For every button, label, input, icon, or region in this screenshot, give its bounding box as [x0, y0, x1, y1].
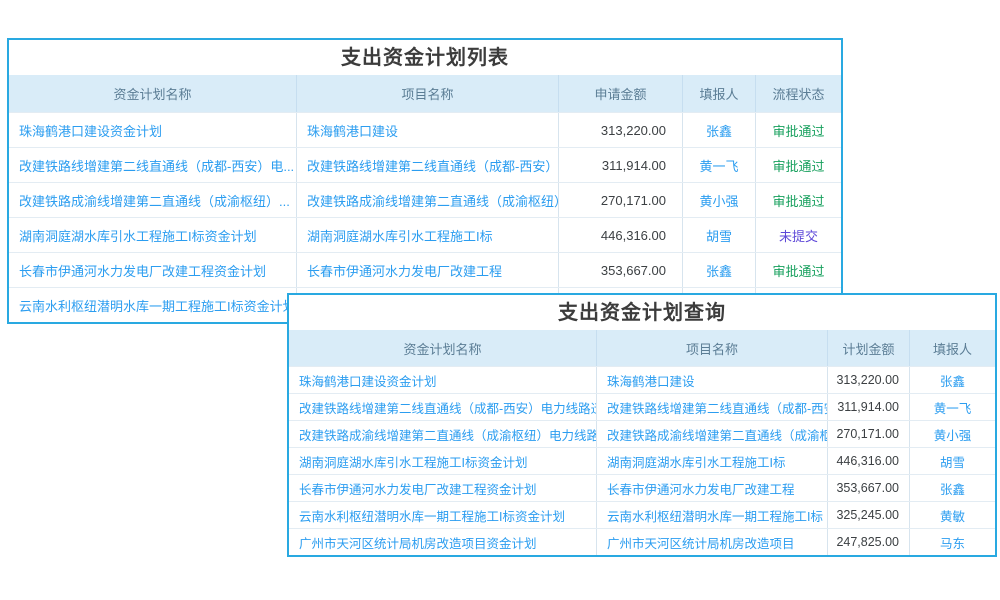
reporter-link[interactable]: 黄小强: [683, 183, 756, 217]
workflow-status: 审批通过: [756, 113, 841, 147]
plan-amount: 446,316.00: [828, 448, 910, 474]
reporter-link[interactable]: 胡雪: [910, 448, 995, 474]
plan-name-link[interactable]: 改建铁路线增建第二线直通线（成都-西安）电...: [9, 148, 297, 182]
list-window-title: 支出资金计划列表: [9, 40, 841, 75]
reporter-link[interactable]: 黄一飞: [683, 148, 756, 182]
project-name-link[interactable]: 改建铁路线增建第二线直通线（成都-西安: [597, 394, 828, 420]
list-table-body: 珠海鹤港口建设资金计划珠海鹤港口建设313,220.00张鑫审批通过改建铁路线增…: [9, 112, 841, 322]
table-row: 湖南洞庭湖水库引水工程施工I标资金计划湖南洞庭湖水库引水工程施工I标446,31…: [289, 447, 995, 474]
column-header: 项目名称: [297, 75, 559, 112]
plan-amount: 247,825.00: [828, 529, 910, 555]
request-amount: 311,914.00: [559, 148, 683, 182]
request-amount: 313,220.00: [559, 113, 683, 147]
table-row: 改建铁路成渝线增建第二直通线（成渝枢纽）电力线路迁改建铁路成渝线增建第二直通线（…: [289, 420, 995, 447]
project-name-link[interactable]: 长春市伊通河水力发电厂改建工程: [597, 475, 828, 501]
query-window-title: 支出资金计划查询: [289, 295, 995, 330]
table-row: 珠海鹤港口建设资金计划珠海鹤港口建设313,220.00张鑫审批通过: [9, 112, 841, 147]
workflow-status: 审批通过: [756, 253, 841, 287]
table-row: 湖南洞庭湖水库引水工程施工I标资金计划湖南洞庭湖水库引水工程施工I标446,31…: [9, 217, 841, 252]
request-amount: 270,171.00: [559, 183, 683, 217]
reporter-link[interactable]: 马东: [910, 529, 995, 555]
fund-plan-query-window: 支出资金计划查询 资金计划名称项目名称计划金额填报人 珠海鹤港口建设资金计划珠海…: [287, 293, 997, 557]
project-name-link[interactable]: 云南水利枢纽潜明水库一期工程施工I标: [597, 502, 828, 528]
request-amount: 446,316.00: [559, 218, 683, 252]
plan-amount: 313,220.00: [828, 367, 910, 393]
project-name-link[interactable]: 改建铁路线增建第二线直通线（成都-西安）电...: [297, 148, 559, 182]
plan-name-link[interactable]: 云南水利枢纽潜明水库一期工程施工I标资金计划: [289, 502, 597, 528]
column-header: 填报人: [910, 330, 995, 366]
plan-amount: 270,171.00: [828, 421, 910, 447]
project-name-link[interactable]: 湖南洞庭湖水库引水工程施工I标: [597, 448, 828, 474]
reporter-link[interactable]: 张鑫: [910, 475, 995, 501]
plan-name-link[interactable]: 湖南洞庭湖水库引水工程施工I标资金计划: [289, 448, 597, 474]
request-amount: 353,667.00: [559, 253, 683, 287]
plan-name-link[interactable]: 长春市伊通河水力发电厂改建工程资金计划: [9, 253, 297, 287]
project-name-link[interactable]: 珠海鹤港口建设: [297, 113, 559, 147]
plan-name-link[interactable]: 广州市天河区统计局机房改造项目资金计划: [289, 529, 597, 555]
column-header: 资金计划名称: [289, 330, 597, 366]
plan-amount: 325,245.00: [828, 502, 910, 528]
workflow-status: 审批通过: [756, 183, 841, 217]
project-name-link[interactable]: 珠海鹤港口建设: [597, 367, 828, 393]
column-header: 填报人: [683, 75, 756, 112]
plan-name-link[interactable]: 改建铁路成渝线增建第二直通线（成渝枢纽）电力线路迁: [289, 421, 597, 447]
query-table-body: 珠海鹤港口建设资金计划珠海鹤港口建设313,220.00张鑫改建铁路线增建第二线…: [289, 366, 995, 555]
column-header: 流程状态: [756, 75, 841, 112]
table-row: 改建铁路成渝线增建第二直通线（成渝枢纽）...改建铁路成渝线增建第二直通线（成渝…: [9, 182, 841, 217]
project-name-link[interactable]: 改建铁路成渝线增建第二直通线（成渝枢纽）...: [297, 183, 559, 217]
fund-plan-list-window: 支出资金计划列表 资金计划名称项目名称申请金额填报人流程状态 珠海鹤港口建设资金…: [7, 38, 843, 324]
table-row: 珠海鹤港口建设资金计划珠海鹤港口建设313,220.00张鑫: [289, 366, 995, 393]
project-name-link[interactable]: 广州市天河区统计局机房改造项目: [597, 529, 828, 555]
project-name-link[interactable]: 改建铁路成渝线增建第二直通线（成渝枢: [597, 421, 828, 447]
column-header: 项目名称: [597, 330, 828, 366]
reporter-link[interactable]: 胡雪: [683, 218, 756, 252]
workflow-status: 审批通过: [756, 148, 841, 182]
table-row: 长春市伊通河水力发电厂改建工程资金计划长春市伊通河水力发电厂改建工程353,66…: [9, 252, 841, 287]
plan-name-link[interactable]: 湖南洞庭湖水库引水工程施工I标资金计划: [9, 218, 297, 252]
table-row: 改建铁路线增建第二线直通线（成都-西安）电力线路迁改建铁路线增建第二线直通线（成…: [289, 393, 995, 420]
table-row: 广州市天河区统计局机房改造项目资金计划广州市天河区统计局机房改造项目247,82…: [289, 528, 995, 555]
workflow-status: 未提交: [756, 218, 841, 252]
table-row: 云南水利枢纽潜明水库一期工程施工I标资金计划云南水利枢纽潜明水库一期工程施工I标…: [289, 501, 995, 528]
plan-name-link[interactable]: 改建铁路成渝线增建第二直通线（成渝枢纽）...: [9, 183, 297, 217]
column-header: 申请金额: [559, 75, 683, 112]
reporter-link[interactable]: 黄敏: [910, 502, 995, 528]
list-table-header: 资金计划名称项目名称申请金额填报人流程状态: [9, 75, 841, 112]
reporter-link[interactable]: 张鑫: [683, 113, 756, 147]
project-name-link[interactable]: 长春市伊通河水力发电厂改建工程: [297, 253, 559, 287]
reporter-link[interactable]: 张鑫: [910, 367, 995, 393]
plan-name-link[interactable]: 长春市伊通河水力发电厂改建工程资金计划: [289, 475, 597, 501]
plan-amount: 311,914.00: [828, 394, 910, 420]
plan-amount: 353,667.00: [828, 475, 910, 501]
plan-name-link[interactable]: 云南水利枢纽潜明水库一期工程施工I标资金计划: [9, 288, 297, 322]
project-name-link[interactable]: 湖南洞庭湖水库引水工程施工I标: [297, 218, 559, 252]
table-row: 改建铁路线增建第二线直通线（成都-西安）电...改建铁路线增建第二线直通线（成都…: [9, 147, 841, 182]
plan-name-link[interactable]: 珠海鹤港口建设资金计划: [289, 367, 597, 393]
plan-name-link[interactable]: 珠海鹤港口建设资金计划: [9, 113, 297, 147]
plan-name-link[interactable]: 改建铁路线增建第二线直通线（成都-西安）电力线路迁: [289, 394, 597, 420]
table-row: 长春市伊通河水力发电厂改建工程资金计划长春市伊通河水力发电厂改建工程353,66…: [289, 474, 995, 501]
reporter-link[interactable]: 张鑫: [683, 253, 756, 287]
reporter-link[interactable]: 黄一飞: [910, 394, 995, 420]
reporter-link[interactable]: 黄小强: [910, 421, 995, 447]
column-header: 资金计划名称: [9, 75, 297, 112]
query-table-header: 资金计划名称项目名称计划金额填报人: [289, 330, 995, 366]
column-header: 计划金额: [828, 330, 910, 366]
